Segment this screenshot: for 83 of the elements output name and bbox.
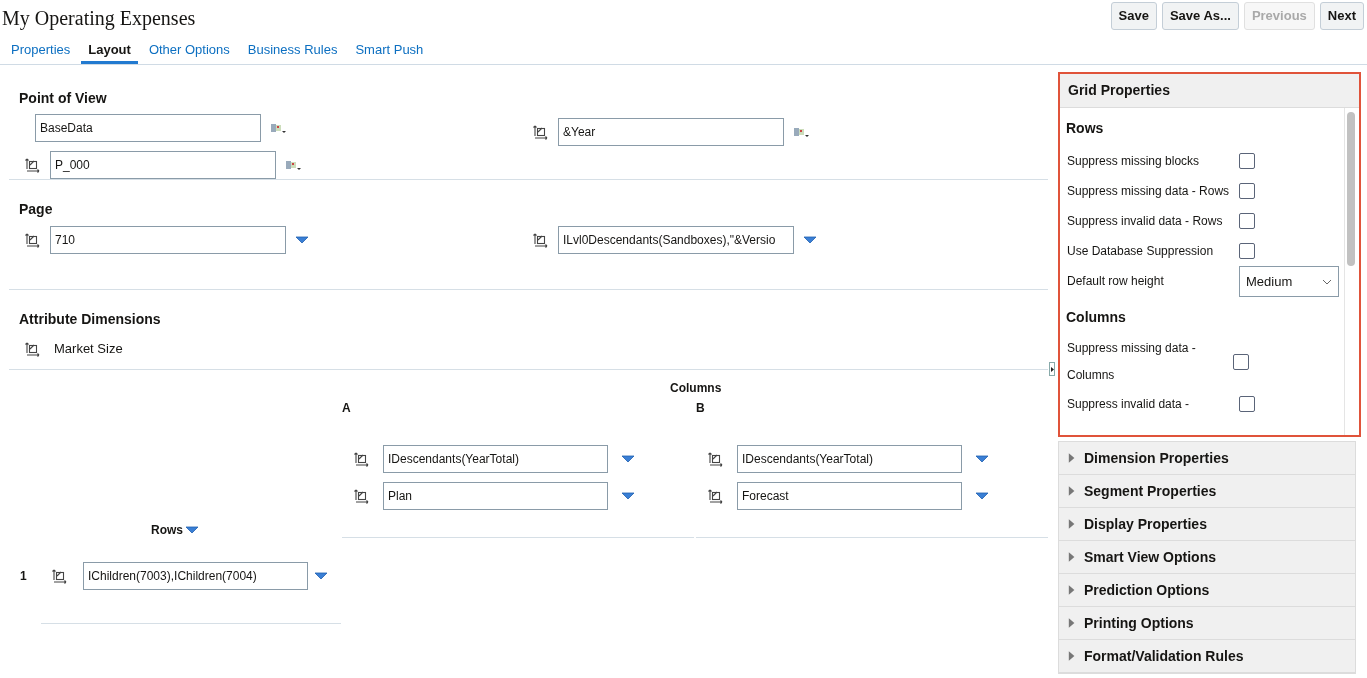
panel-header[interactable]: Smart View Options [1059,541,1355,574]
member-field[interactable]: IDescendants(YearTotal) [383,444,608,473]
section-heading: Point of View [18,89,108,108]
expand-icon [1068,485,1076,497]
checkbox[interactable] [1239,243,1255,259]
section-heading: Page [18,200,54,219]
member-field[interactable]: P_000 [50,150,276,179]
dropdown-icon[interactable] [803,236,817,244]
section-heading: Rows [1065,119,1105,138]
panel-header[interactable]: Printing Options [1059,607,1355,640]
panel-header[interactable]: Format/Validation Rules [1059,640,1355,673]
dropdown-icon[interactable] [314,572,328,580]
pivot-icon[interactable] [533,123,549,140]
member-field[interactable]: Forecast [737,481,962,510]
row-label: 1 [20,568,28,585]
pivot-icon[interactable] [354,450,370,467]
member-field[interactable]: &Year [558,117,784,146]
attribute-item: Market Size [54,340,123,358]
member-selector-icon[interactable] [285,158,301,171]
tab[interactable]: Other Options [141,32,237,64]
expand-icon [1068,518,1076,530]
panel-header[interactable]: Display Properties [1059,508,1355,541]
tab[interactable]: Business Rules [240,32,345,64]
expand-icon [1068,617,1076,629]
dropdown-icon[interactable] [185,526,199,534]
expand-icon [1068,452,1076,464]
pivot-icon[interactable] [533,232,549,248]
row-height-select[interactable]: Medium [1239,266,1339,297]
expand-icon [1068,650,1076,662]
tab[interactable]: Smart Push [348,32,431,64]
option-label: Suppress missing blocks [1067,152,1201,170]
tab[interactable]: Layout [81,32,138,64]
member-field[interactable]: ILvl0Descendants(Sandboxes),"&Versio [558,226,794,254]
option-label: Suppress invalid data - Rows [1067,212,1224,230]
columns-label: Columns [670,380,722,397]
option-label: Use Database Suppression [1067,242,1215,260]
checkbox[interactable] [1239,153,1255,169]
expand-icon [1068,551,1076,563]
pivot-icon[interactable] [52,568,68,584]
checkbox[interactable] [1239,183,1255,199]
pivot-icon[interactable] [25,340,41,357]
member-field[interactable]: IDescendants(YearTotal) [737,444,962,473]
section-heading: Columns [1065,308,1127,327]
dropdown-icon[interactable] [295,236,309,244]
dropdown-icon[interactable] [975,454,989,463]
toolbar-button[interactable]: Save [1110,2,1157,30]
column-label: B [696,400,705,417]
pivot-icon[interactable] [25,232,41,248]
option-label: Default row height [1067,273,1165,290]
option-label: Suppress invalid data - [1067,395,1191,413]
option-label: Suppress missing data - Rows [1067,182,1231,200]
rows-label: Rows [151,522,183,539]
column-label: A [342,400,351,417]
checkbox[interactable] [1239,213,1255,229]
checkbox[interactable] [1233,354,1249,370]
toolbar-button[interactable]: Save As... [1161,2,1239,30]
chevron-down-icon[interactable] [1322,278,1332,285]
tab[interactable]: Properties [4,32,78,64]
member-field[interactable]: BaseData [35,113,261,142]
section-heading: Attribute Dimensions [18,310,162,329]
pivot-icon[interactable] [25,156,41,173]
page-title: My Operating Expenses [1,6,196,32]
panel-header[interactable]: Segment Properties [1059,475,1355,508]
pivot-icon[interactable] [708,450,724,467]
member-field[interactable]: Plan [383,481,608,510]
member-field[interactable]: 710 [50,226,286,254]
panel-header[interactable]: Prediction Options [1059,574,1355,607]
dropdown-icon[interactable] [621,491,635,500]
member-selector-icon[interactable] [793,125,809,138]
member-field[interactable]: IChildren(7003),IChildren(7004) [83,562,308,590]
toolbar-button[interactable]: Next [1319,2,1364,30]
member-selector-icon[interactable] [270,121,286,134]
checkbox[interactable] [1239,396,1255,412]
pivot-icon[interactable] [354,487,370,504]
expand-icon [1068,584,1076,596]
scrollbar-thumb[interactable] [1347,112,1355,266]
dropdown-icon[interactable] [975,491,989,500]
panel-header[interactable]: Grid Properties [1060,74,1359,108]
dropdown-icon[interactable] [621,454,635,463]
panel-header[interactable]: Dimension Properties [1059,442,1355,475]
collapse-handle[interactable] [1049,362,1055,376]
pivot-icon[interactable] [708,487,724,504]
option-label: Suppress missing data - Columns [1066,340,1197,384]
